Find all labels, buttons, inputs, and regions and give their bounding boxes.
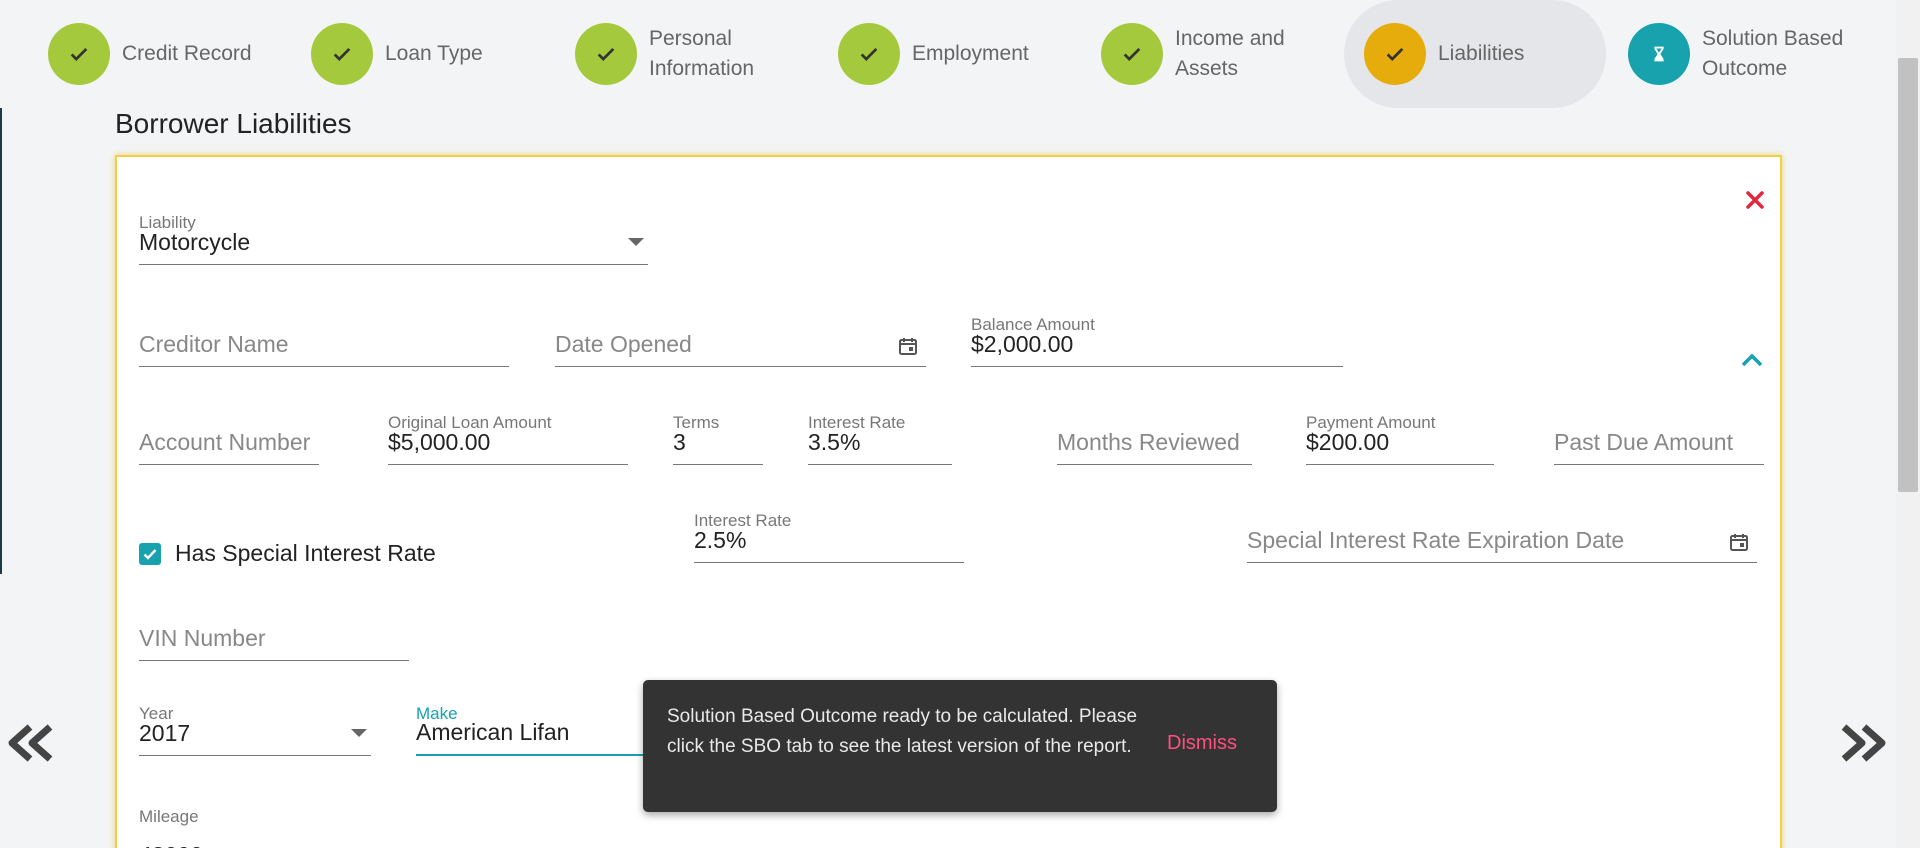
check-icon [1364,23,1426,85]
double-chevron-right-icon[interactable] [1836,718,1892,768]
toast-message: Solution Based Outcome ready to be calcu… [667,706,1138,757]
interest-rate-input[interactable]: Interest Rate 3.5% [808,413,952,465]
past-due-amount-placeholder: Past Due Amount [1554,429,1733,455]
make-input[interactable]: Make American Lifan [416,704,656,756]
page-title: Borrower Liabilities [115,108,352,139]
creditor-name-placeholder: Creditor Name [139,331,289,357]
account-number-placeholder: Account Number [139,429,311,455]
special-interest-rate-checkbox[interactable]: Has Special Interest Rate [139,540,436,567]
snackbar-toast: Solution Based Outcome ready to be calcu… [643,680,1277,812]
step-liabilities[interactable]: Liabilities [1344,0,1606,108]
terms-input[interactable]: Terms 3 [673,413,763,465]
check-icon [575,23,637,85]
calendar-icon[interactable] [898,336,918,356]
step-label: Solution Based Outcome [1702,27,1844,80]
date-opened-input[interactable]: Date Opened [555,315,926,367]
double-chevron-left-icon[interactable] [2,718,58,768]
special-rate-expiration-input[interactable]: Special Interest Rate Expiration Date [1247,511,1757,563]
original-loan-amount-value: $5,000.00 [388,429,491,455]
mileage-label: Mileage [139,807,199,826]
payment-amount-value: $200.00 [1306,429,1390,455]
scrollbar-thumb[interactable] [1898,58,1918,492]
dropdown-arrow-icon [628,238,644,246]
special-rate-expiration-placeholder: Special Interest Rate Expiration Date [1247,527,1625,553]
mileage-value: 48000 [139,842,203,848]
step-employment[interactable]: Employment [838,0,1029,108]
check-icon [311,23,373,85]
months-reviewed-placeholder: Months Reviewed [1057,429,1240,455]
date-opened-placeholder: Date Opened [555,331,692,357]
creditor-name-input[interactable]: Creditor Name [139,315,509,367]
step-credit-record[interactable]: Credit Record [48,0,252,108]
balance-amount-input[interactable]: Balance Amount $2,000.00 [971,315,1343,367]
account-number-input[interactable]: Account Number [139,413,319,465]
progress-stepper: Credit Record Loan Type Personal Informa… [0,0,1890,108]
step-label: Personal Information [649,27,755,80]
vin-number-placeholder: VIN Number [139,625,266,651]
dismiss-button[interactable]: Dismiss [1167,732,1237,755]
check-icon [838,23,900,85]
special-interest-rate-value: 2.5% [694,527,747,553]
step-label: Credit Record [122,42,252,65]
year-value: 2017 [139,720,191,746]
balance-amount-value: $2,000.00 [971,331,1074,357]
check-icon [48,23,110,85]
year-select[interactable]: Year 2017 [139,704,371,756]
hourglass-icon [1628,23,1690,85]
close-icon[interactable] [1740,185,1770,215]
dropdown-arrow-icon [351,729,367,737]
make-value: American Lifan [416,719,570,745]
step-personal-information[interactable]: Personal Information [575,0,779,108]
checkbox-checked-icon[interactable] [139,542,161,565]
past-due-amount-input[interactable]: Past Due Amount [1554,413,1764,465]
step-income-and-assets[interactable]: Income and Assets [1101,0,1305,108]
step-label: Employment [912,42,1029,65]
calendar-icon[interactable] [1729,532,1749,552]
interest-rate-value: 3.5% [808,429,861,455]
left-edge-divider [0,108,2,574]
chevron-up-icon[interactable] [1734,345,1770,375]
vin-number-input[interactable]: VIN Number [139,609,409,661]
special-interest-rate-label: Has Special Interest Rate [175,540,436,566]
months-reviewed-input[interactable]: Months Reviewed [1057,413,1252,465]
step-loan-type[interactable]: Loan Type [311,0,483,108]
payment-amount-input[interactable]: Payment Amount $200.00 [1306,413,1494,465]
liability-value: Motorcycle [139,229,251,255]
mileage-input[interactable]: Mileage 48000 [139,807,371,848]
liability-select[interactable]: Liability Motorcycle [139,213,648,265]
original-loan-amount-input[interactable]: Original Loan Amount $5,000.00 [388,413,628,465]
special-interest-rate-input[interactable]: Interest Rate 2.5% [694,511,964,563]
terms-value: 3 [673,429,686,455]
check-icon [1101,23,1163,85]
step-label: Liabilities [1438,42,1525,65]
step-solution-based-outcome[interactable]: Solution Based Outcome [1628,0,1862,108]
step-label: Income and Assets [1175,27,1285,80]
step-label: Loan Type [385,42,483,65]
